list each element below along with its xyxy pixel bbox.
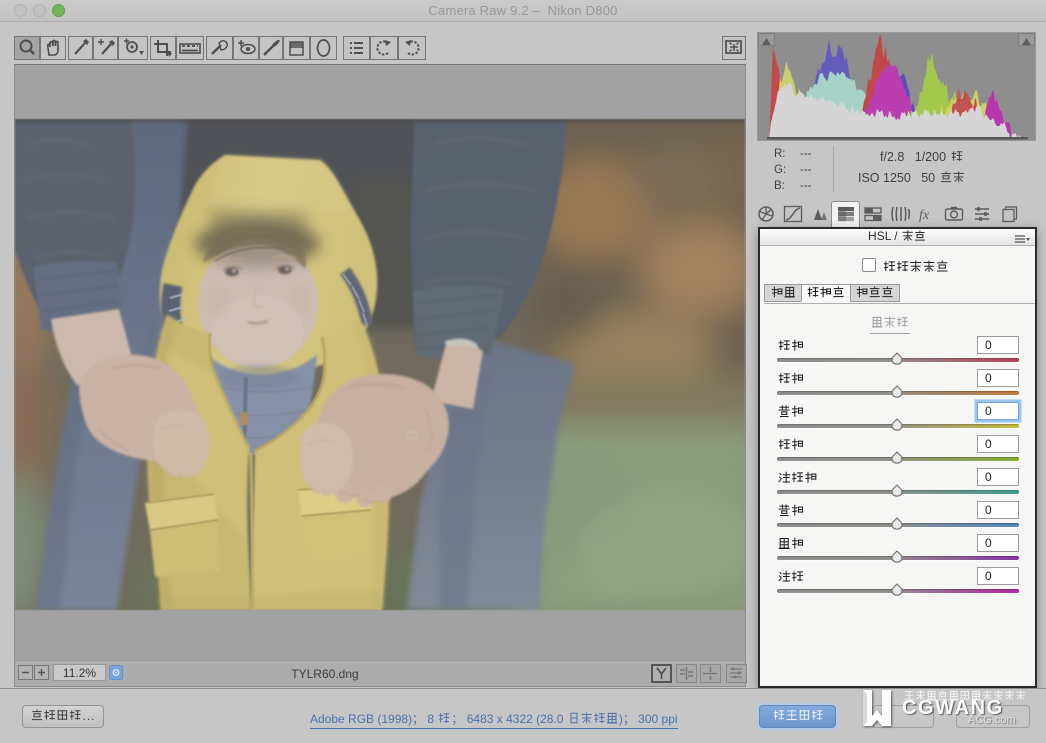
svg-text:fx: fx [919,208,930,223]
